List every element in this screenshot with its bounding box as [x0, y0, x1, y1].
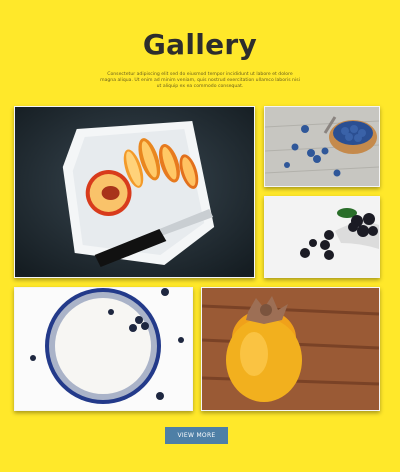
gallery-photo-persimmon[interactable] [201, 287, 380, 411]
gallery-photo-peaches[interactable] [14, 106, 255, 278]
view-more-button[interactable]: VIEW MORE [165, 427, 228, 444]
gallery-description: Consectetur adipiscing elit sed do eiusm… [100, 72, 300, 89]
gallery-photo-blackberries[interactable] [264, 196, 380, 278]
page-title: Gallery [142, 28, 258, 61]
gallery-photo-blueberries[interactable] [264, 106, 380, 187]
gallery-photo-yogurt[interactable] [14, 287, 193, 411]
